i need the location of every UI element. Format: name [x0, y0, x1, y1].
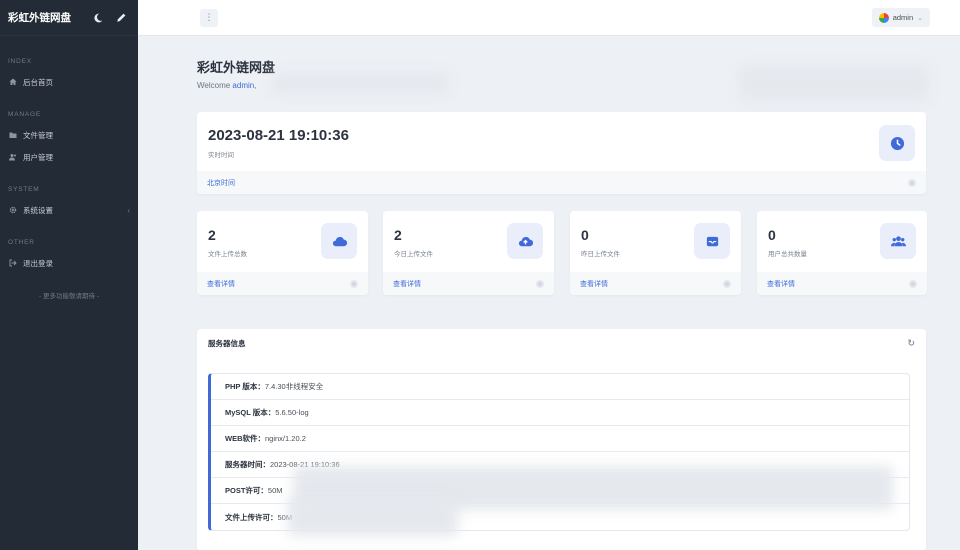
users-icon — [880, 223, 916, 259]
time-caption: 实时时间 — [208, 152, 234, 159]
welcome-user: admin — [232, 81, 255, 90]
cloud-icon — [321, 223, 357, 259]
arrow-circle-icon — [350, 279, 358, 288]
inbox-icon — [694, 223, 730, 259]
user-menu-button[interactable]: admin ⌄ — [871, 8, 930, 27]
blurred-region — [273, 73, 448, 93]
stat-card-footer[interactable]: 查看详情 — [197, 272, 368, 295]
nav-section-system: SYSTEM — [8, 186, 40, 193]
nav-section-index: INDEX — [8, 58, 32, 65]
info-row-mysql: MySQL 版本： 5.6.50-log — [211, 400, 909, 426]
brand-title[interactable]: 彩虹外链网盘 — [8, 10, 84, 25]
pencil-icon — [117, 13, 126, 22]
sidebar-item-label: 系统设置 — [23, 205, 53, 215]
dark-mode-toggle[interactable] — [89, 9, 107, 27]
arrow-circle-icon — [536, 279, 544, 288]
gear-icon — [8, 206, 17, 215]
blurred-region — [740, 66, 928, 100]
sidebar-item-dashboard[interactable]: 后台首页 — [0, 71, 138, 93]
topbar: ⋮ admin ⌄ — [138, 0, 960, 36]
sidebar-item-users[interactable]: 用户管理 — [0, 146, 138, 168]
theme-edit-button[interactable] — [112, 9, 130, 27]
stat-value: 2 — [394, 227, 402, 243]
time-card-footer[interactable]: 北京时间 — [197, 171, 926, 194]
page-title: 彩虹外链网盘 — [197, 60, 276, 75]
info-row-web: WEB软件： nginx/1.20.2 — [211, 426, 909, 452]
stat-caption: 用户总共数量 — [768, 251, 807, 258]
moon-icon — [94, 13, 103, 22]
user-name: admin — [892, 13, 914, 22]
server-info-header: 服务器信息 ↻ — [197, 329, 926, 357]
users-icon — [8, 153, 17, 162]
menu-toggle-button[interactable]: ⋮ — [200, 8, 218, 27]
brand-bar: 彩虹外链网盘 — [0, 0, 138, 36]
view-details-link[interactable]: 查看详情 — [580, 279, 608, 289]
sidebar-item-files[interactable]: 文件管理 — [0, 124, 138, 146]
stat-card-footer[interactable]: 查看详情 — [570, 272, 741, 295]
arrow-circle-icon — [909, 279, 917, 288]
sidebar-item-logout[interactable]: 退出登录 — [0, 252, 138, 274]
refresh-icon[interactable]: ↻ — [907, 338, 915, 349]
blurred-region — [288, 498, 458, 536]
nav-section-other: OTHER — [8, 239, 35, 246]
stat-card-today-uploads: 2 今日上传文件 查看详情 — [383, 211, 554, 295]
view-details-link[interactable]: 查看详情 — [767, 279, 795, 289]
logout-icon — [8, 259, 17, 268]
chevron-down-icon: ⌄ — [917, 14, 923, 22]
stat-card-footer[interactable]: 查看详情 — [383, 272, 554, 295]
stat-caption: 文件上传总数 — [208, 251, 247, 258]
sidebar-item-label: 后台首页 — [23, 77, 53, 87]
chevron-left-icon: ‹ — [127, 205, 130, 215]
stat-caption: 今日上传文件 — [394, 251, 433, 258]
folder-icon — [8, 131, 17, 140]
stat-caption: 昨日上传文件 — [581, 251, 620, 258]
clock-icon — [879, 125, 915, 161]
stat-card-total-uploads: 2 文件上传总数 查看详情 — [197, 211, 368, 295]
cloud-upload-icon — [507, 223, 543, 259]
arrow-circle-icon — [723, 279, 731, 288]
avatar-icon — [878, 12, 889, 23]
more-features-note: - 更多功能敬请期待 - — [39, 293, 99, 300]
welcome-text: Welcome admin, — [197, 81, 257, 90]
arrow-circle-icon — [908, 178, 916, 187]
sidebar: 彩虹外链网盘 INDEX 后台首页 MANAGE 文件管理 用户管理 SYSTE… — [0, 0, 138, 550]
nav-section-manage: MANAGE — [8, 111, 41, 118]
stat-value: 2 — [208, 227, 216, 243]
view-details-link[interactable]: 查看详情 — [207, 279, 235, 289]
server-info-title: 服务器信息 — [208, 338, 246, 348]
main-content: 彩虹外链网盘 Welcome admin, 2023-08-21 19:10:3… — [138, 36, 960, 550]
home-icon — [8, 78, 17, 87]
sidebar-item-label: 文件管理 — [23, 130, 53, 140]
time-card: 2023-08-21 19:10:36 实时时间 北京时间 — [197, 112, 926, 194]
view-details-link[interactable]: 查看详情 — [393, 279, 421, 289]
current-time: 2023-08-21 19:10:36 — [208, 127, 349, 144]
stat-card-yesterday-uploads: 0 昨日上传文件 查看详情 — [570, 211, 741, 295]
stat-card-user-count: 0 用户总共数量 查看详情 — [757, 211, 927, 295]
stat-card-footer[interactable]: 查看详情 — [757, 272, 927, 295]
sidebar-item-label: 退出登录 — [23, 258, 53, 268]
info-row-php: PHP 版本： 7.4.30非线程安全 — [211, 374, 909, 400]
sidebar-item-label: 用户管理 — [23, 152, 53, 162]
stat-value: 0 — [581, 227, 589, 243]
stat-value: 0 — [768, 227, 776, 243]
timezone-label: 北京时间 — [207, 179, 235, 187]
page-header: 彩虹外链网盘 Welcome admin, — [197, 57, 275, 90]
sidebar-item-settings[interactable]: 系统设置 ‹ — [0, 199, 138, 221]
